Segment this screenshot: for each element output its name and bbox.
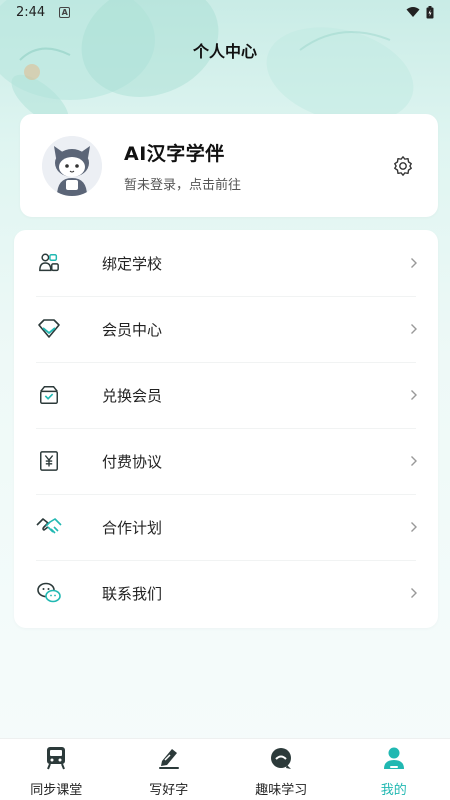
chevron-right-icon xyxy=(408,586,420,600)
menu-item-label: 联系我们 xyxy=(102,584,163,603)
menu-item-label: 会员中心 xyxy=(102,320,163,339)
wifi-icon xyxy=(406,7,420,17)
tab-label: 我的 xyxy=(380,783,407,798)
menu-item-label: 合作计划 xyxy=(102,518,163,537)
menu-list: 绑定学校 会员中心 兑换会员 付费协议 合作计划 联系我们 xyxy=(14,230,438,628)
train-icon xyxy=(43,745,69,771)
menu-item-label: 绑定学校 xyxy=(102,254,163,273)
bottom-tab-bar: 同步课堂 写好字 趣味学习 我的 xyxy=(0,738,450,800)
chevron-right-icon xyxy=(408,454,420,468)
chevron-right-icon xyxy=(408,520,420,534)
gear-icon xyxy=(394,155,412,176)
battery-icon xyxy=(426,5,434,18)
menu-item-vip-center[interactable]: 会员中心 xyxy=(14,296,438,362)
status-right-icons xyxy=(406,5,434,19)
menu-item-redeem-vip[interactable]: 兑换会员 xyxy=(14,362,438,428)
page-title: 个人中心 xyxy=(192,42,257,61)
yen-document-icon xyxy=(36,448,62,474)
settings-button[interactable] xyxy=(390,153,416,179)
tab-label: 写好字 xyxy=(149,783,189,798)
profile-name: AI汉字学伴 xyxy=(124,142,225,165)
tab-label: 同步课堂 xyxy=(30,783,83,798)
chevron-right-icon xyxy=(408,256,420,270)
menu-item-label: 兑换会员 xyxy=(102,386,163,405)
menu-item-bind-school[interactable]: 绑定学校 xyxy=(14,230,438,296)
menu-item-label: 付费协议 xyxy=(102,452,163,471)
tab-label: 趣味学习 xyxy=(255,783,308,798)
school-bind-icon xyxy=(36,250,62,276)
wechat-icon xyxy=(36,580,62,606)
status-bar: 2:44 A xyxy=(0,0,450,24)
menu-item-payment-agreement[interactable]: 付费协议 xyxy=(14,428,438,494)
login-prompt[interactable]: 暂未登录，点击前往 xyxy=(124,174,241,193)
notification-icon: A xyxy=(59,6,71,18)
status-time: 2:44 xyxy=(16,4,46,20)
person-icon xyxy=(381,745,407,771)
chevron-right-icon xyxy=(408,322,420,336)
tab-sync-class[interactable]: 同步课堂 xyxy=(0,739,113,800)
avatar[interactable] xyxy=(42,135,102,196)
cat-avatar-icon xyxy=(42,135,102,196)
chevron-right-icon xyxy=(408,388,420,402)
menu-item-cooperation-plan[interactable]: 合作计划 xyxy=(14,494,438,560)
diamond-icon xyxy=(36,316,62,342)
chat-bubble-icon xyxy=(268,745,294,771)
profile-text: AI汉字学伴 暂未登录，点击前往 xyxy=(124,139,241,193)
menu-item-contact-us[interactable]: 联系我们 xyxy=(14,560,438,626)
pen-write-icon xyxy=(156,745,182,771)
profile-card[interactable]: AI汉字学伴 暂未登录，点击前往 xyxy=(20,114,438,217)
tab-write-well[interactable]: 写好字 xyxy=(113,739,226,800)
tab-fun-learning[interactable]: 趣味学习 xyxy=(225,739,338,800)
tab-mine[interactable]: 我的 xyxy=(338,739,450,800)
handshake-icon xyxy=(36,514,62,540)
gift-box-icon xyxy=(36,382,62,408)
